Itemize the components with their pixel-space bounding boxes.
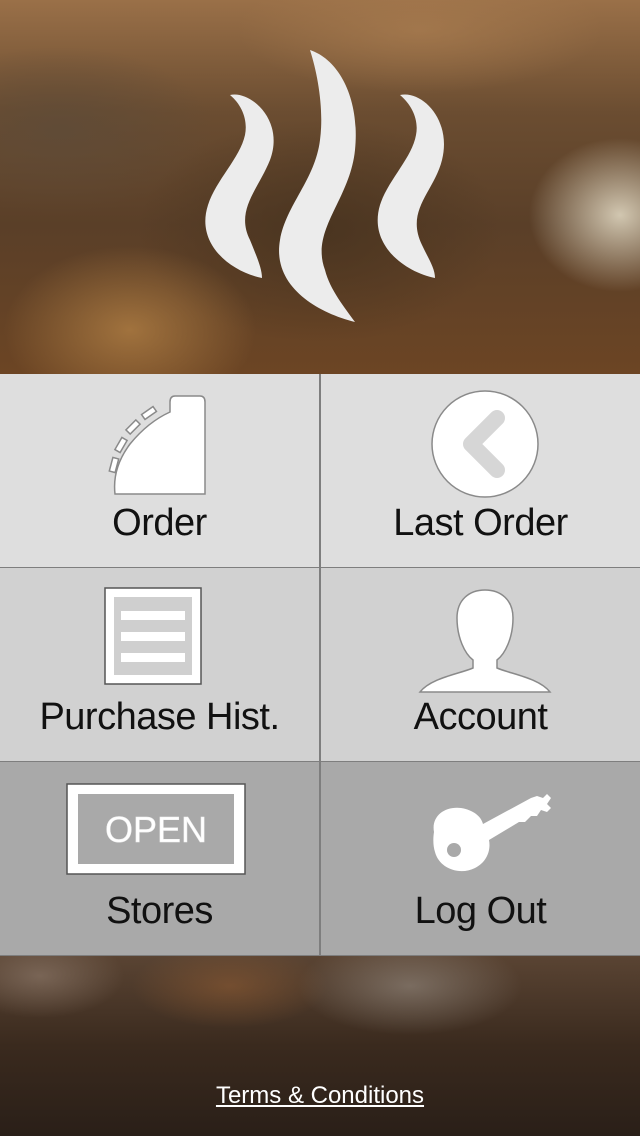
steam-logo-icon — [205, 50, 444, 322]
last-order-tile[interactable]: Last Order — [321, 374, 640, 567]
footer-area: Terms & Conditions — [0, 956, 640, 1136]
open-sign-icon: OPEN — [66, 783, 246, 875]
stores-tile[interactable]: OPEN Stores — [0, 762, 319, 955]
main-menu-grid: Order Last Order Purchase Hist. Account — [0, 374, 640, 956]
receipt-list-icon — [104, 587, 202, 685]
last-order-label: Last Order — [393, 502, 568, 544]
person-silhouette-icon — [418, 589, 552, 693]
terms-and-conditions-link[interactable]: Terms & Conditions — [0, 1082, 640, 1110]
purchase-history-label: Purchase Hist. — [39, 696, 280, 738]
cash-register-icon — [108, 395, 206, 495]
order-tile[interactable]: Order — [0, 374, 319, 567]
account-tile[interactable]: Account — [321, 568, 640, 761]
stores-label: Stores — [106, 890, 213, 932]
account-label: Account — [413, 696, 548, 738]
log-out-label: Log Out — [414, 890, 547, 932]
log-out-tile[interactable]: Log Out — [321, 762, 640, 955]
key-icon — [433, 794, 551, 872]
purchase-history-tile[interactable]: Purchase Hist. — [0, 568, 319, 761]
open-sign-text: OPEN — [105, 809, 207, 850]
hero-banner — [0, 0, 640, 374]
order-label: Order — [112, 502, 207, 544]
back-arrow-circle-icon — [431, 390, 539, 498]
